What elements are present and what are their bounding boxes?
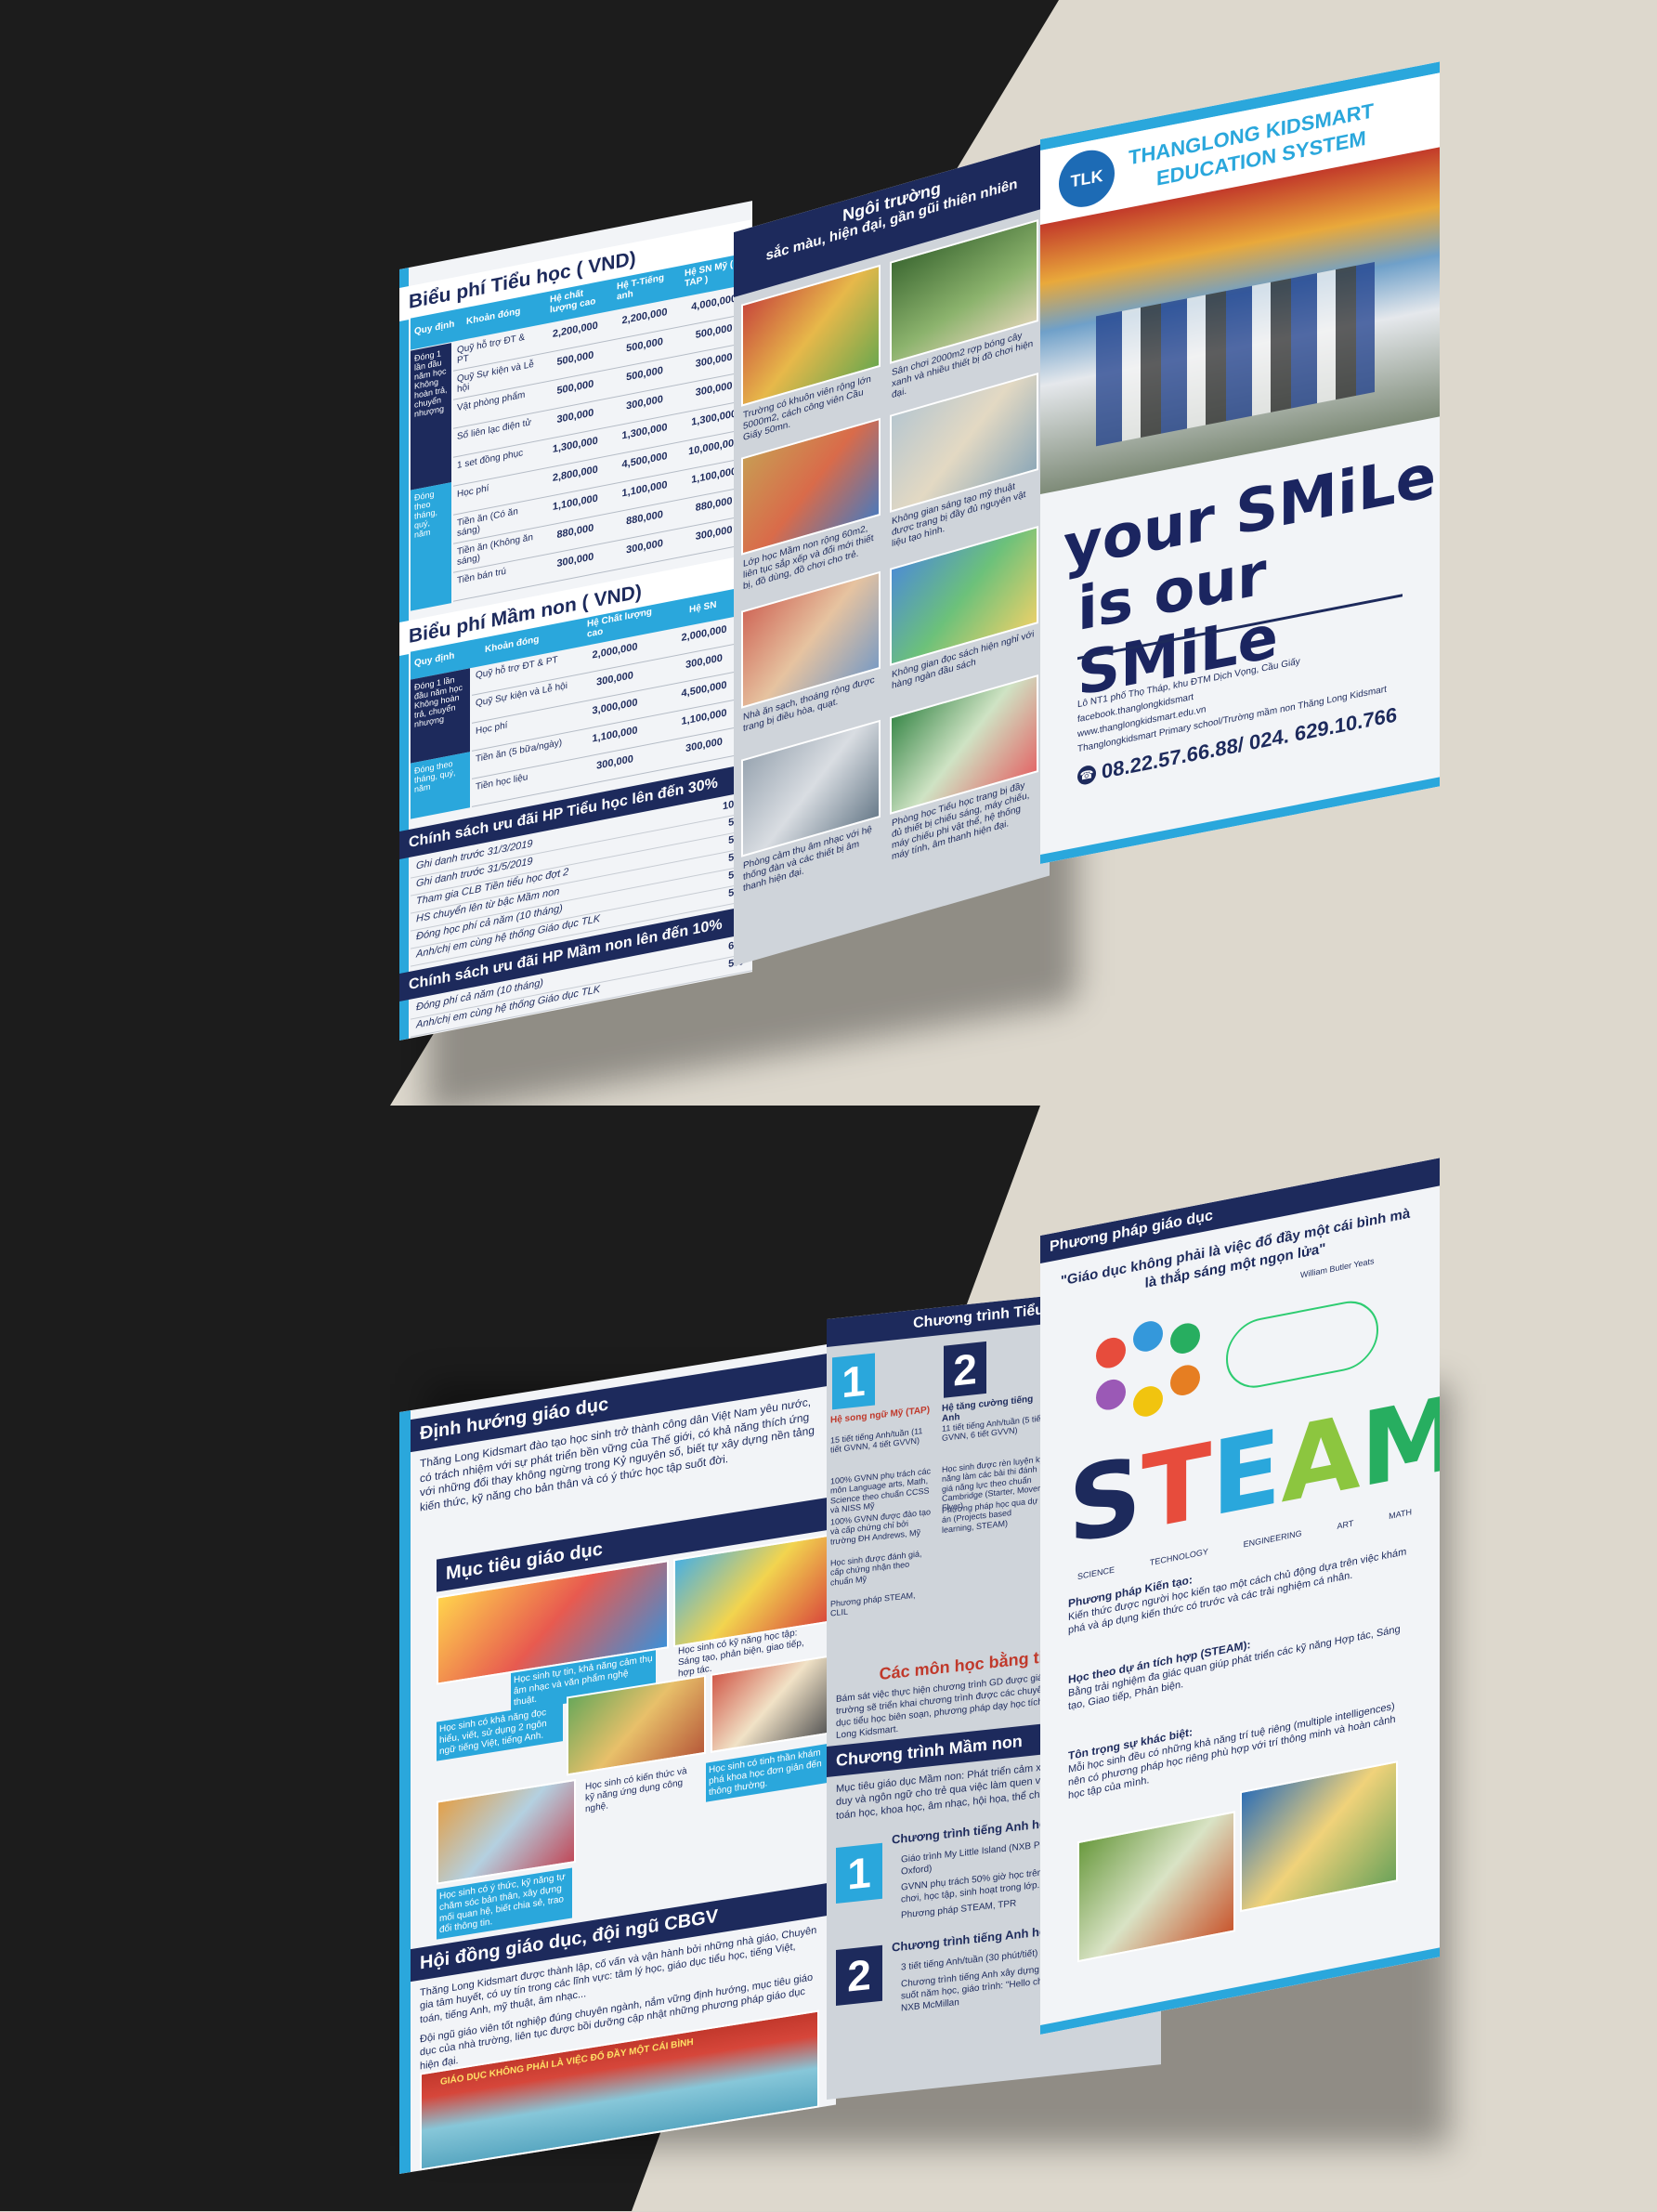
goals-photo-5: [437, 1778, 576, 1885]
primary-header-tap: Hệ SN Mỹ ( TAP ): [685, 259, 734, 290]
kinder-group-1: Đóng 1 lần đầu năm học Không hoàn trả, c…: [411, 668, 470, 764]
fees-panel: Biểu phí Tiểu học ( VND) Quy định Khoản …: [399, 201, 752, 1041]
logo-text: TLK: [1070, 165, 1103, 191]
primary-header-ta: Hệ T-Tiếng anh: [617, 272, 664, 303]
goal-caption-3: Học sinh có khả năng đọc hiểu, viết, sử …: [437, 1702, 563, 1761]
primary-group-2: Đóng theo tháng, quý, năm: [411, 482, 451, 611]
primary-header-rule: Quy định: [414, 319, 455, 337]
scene-top: Biểu phí Tiểu học ( VND) Quy định Khoản …: [0, 0, 1657, 1106]
primary-group-1: Đóng 1 lần đầu năm học Không hoàn trả, c…: [411, 343, 451, 491]
logo: TLK: [1059, 145, 1115, 213]
goal-caption-6: Học sinh có tinh thần khám phá khoa học …: [706, 1743, 832, 1802]
program-column-line: 15 tiết tiếng Anh/tuần (11 tiết GVNN, 4 …: [830, 1426, 923, 1455]
kinder-header-sn: Hệ SN: [689, 599, 717, 616]
kinder-header-item: Khoản đóng: [485, 634, 540, 656]
kinder-group-2: Đóng theo tháng, quý, năm: [411, 752, 470, 819]
steam-math: MATH: [1389, 1507, 1412, 1522]
program-number: 2: [944, 1341, 986, 1398]
phone-icon: ☎: [1077, 764, 1096, 787]
program-column: 1 Hệ song ngữ Mỹ (TAP) 15 tiết tiếng Anh/t…: [827, 1343, 934, 1661]
primary-header-clc: Hệ chất lượng cao: [550, 288, 596, 316]
goal-caption-4: Học sinh có kiến thức và kỹ năng ứng dụn…: [585, 1765, 687, 1815]
program-column-line: Phương pháp STEAM, CLIL: [830, 1590, 916, 1618]
method-panel: Phương pháp giáo dục "Giáo dục không phả…: [1040, 1158, 1440, 2035]
school-panel: Ngôi trường sắc màu, hiện đại, gần gũi t…: [734, 141, 1050, 966]
kinder-header-rule: Quy định: [414, 650, 455, 669]
program-number: 1: [832, 1353, 875, 1410]
cover-panel: TLK THANGLONG KIDSMART EDUCATION SYSTEM …: [1040, 61, 1440, 865]
orientation-panel: Định hướng giáo dục Thăng Long Kidsmart …: [399, 1342, 836, 2174]
steam-science: SCIENCE: [1077, 1564, 1116, 1582]
method-photo-1: [1077, 1811, 1235, 1963]
scene-bottom: Định hướng giáo dục Thăng Long Kidsmart …: [0, 1106, 1657, 2211]
program-column: 2 Hệ tăng cường tiếng Anh 11 tiết tiếng An…: [938, 1331, 1046, 1649]
primary-header-item: Khoản đóng: [466, 306, 521, 328]
kinder-number-2: 2: [836, 1944, 882, 2006]
steam-art: ART: [1337, 1518, 1354, 1531]
kinder-number-1: 1: [836, 1842, 882, 1904]
program-column-line: Học sinh được đánh giá, cấp chứng nhận t…: [830, 1549, 922, 1588]
